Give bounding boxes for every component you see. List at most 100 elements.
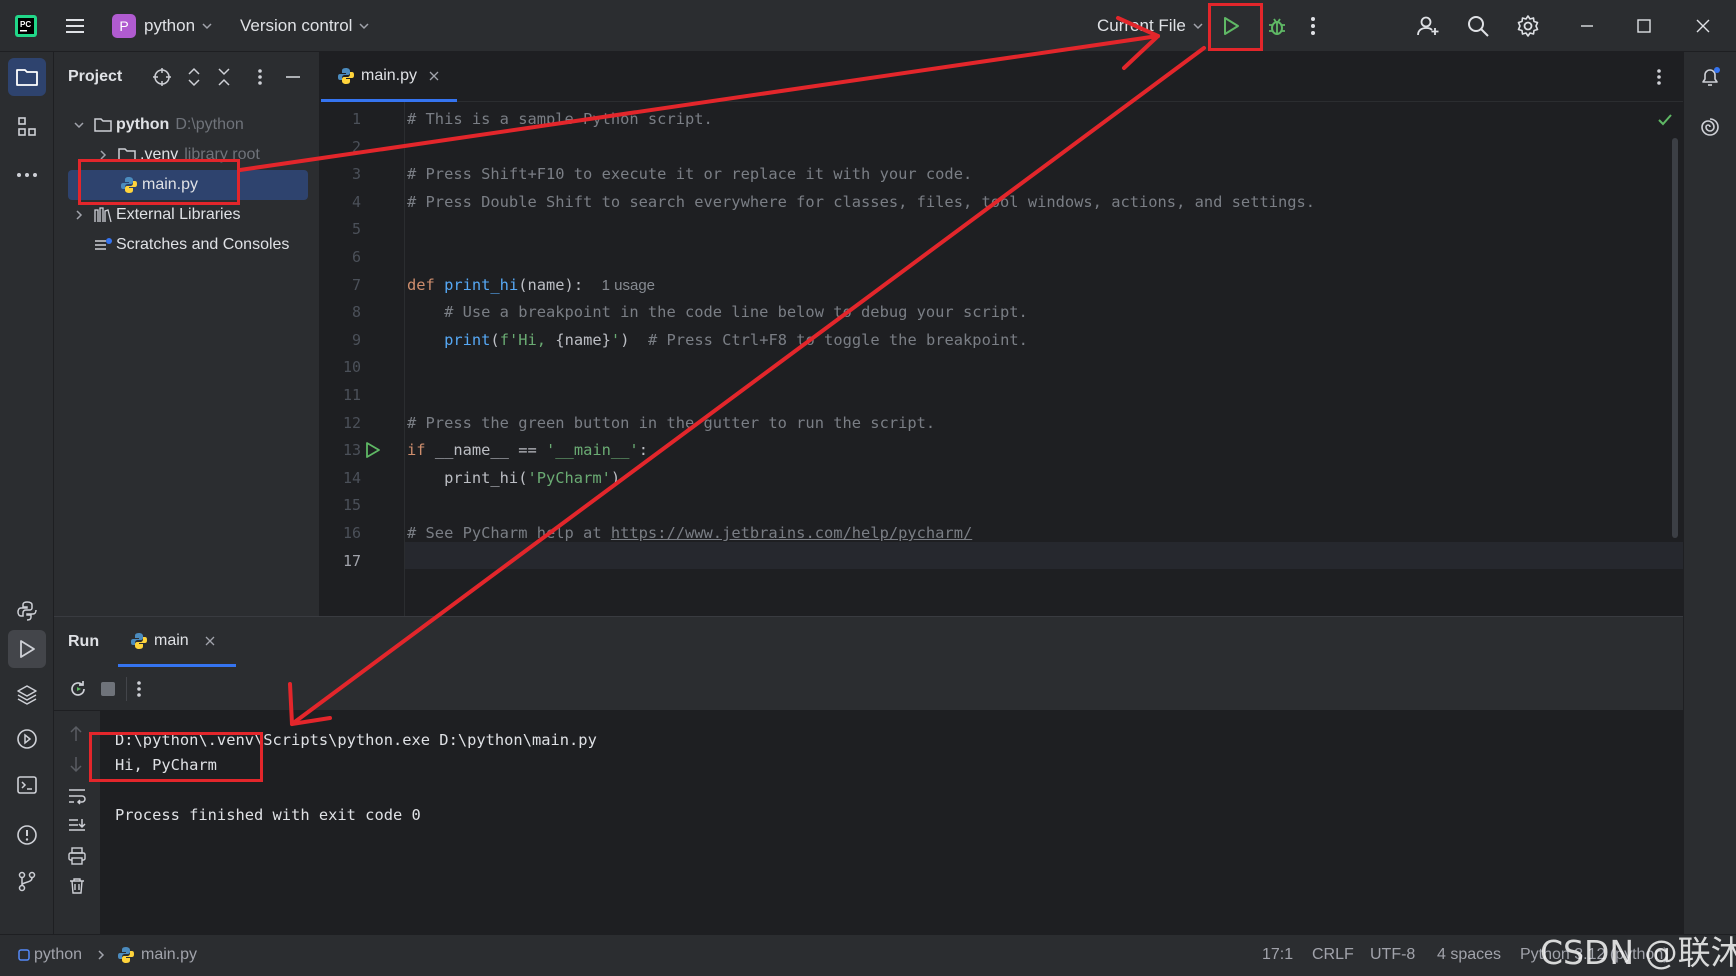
editor-tab-main-py[interactable]: main.py: [321, 52, 457, 102]
close-tab-icon[interactable]: [205, 636, 215, 646]
tree-external-libraries-label: External Libraries: [116, 206, 241, 223]
collapse-all-icon[interactable]: [216, 67, 232, 87]
code-text: print_hi(: [407, 468, 528, 487]
options-icon[interactable]: [257, 68, 263, 86]
code-text: ): [610, 468, 621, 487]
expand-all-icon[interactable]: [186, 67, 202, 87]
ai-assistant-spiral-icon: [1701, 118, 1719, 136]
tree-node-python-root[interactable]: python D:\python: [72, 110, 244, 140]
settings-gear-icon[interactable]: [1516, 0, 1540, 52]
code-comment: # Press Double Shift to search everywher…: [407, 192, 1316, 211]
editor: main.py 1 2 3 4 5 6 7 8 9 10 11 12 13 14…: [321, 52, 1683, 616]
code-comment: # See PyCharm help at: [407, 524, 611, 542]
terminal-tool-button[interactable]: [8, 766, 46, 804]
code-text: :: [638, 441, 648, 460]
line-number: 11: [342, 386, 361, 404]
run-toolbar: [54, 667, 1683, 711]
arrow-up-icon[interactable]: [68, 725, 84, 743]
breadcrumb-project[interactable]: python: [34, 946, 82, 964]
line-number: 3: [351, 165, 361, 184]
minimize-window-icon[interactable]: [1580, 0, 1594, 52]
code-text: (name):: [518, 275, 584, 294]
help-link[interactable]: https://www.jetbrains.com/help/pycharm/: [611, 524, 972, 542]
close-window-icon[interactable]: [1696, 0, 1710, 52]
chevron-right-icon[interactable]: [72, 208, 86, 222]
run-panel-title[interactable]: Run: [68, 633, 99, 651]
version-control-menu[interactable]: Version control: [240, 0, 370, 52]
watermark: CSDN @联沐: [1540, 933, 1736, 972]
gutter-run-icon[interactable]: [365, 441, 381, 459]
main-menu-icon[interactable]: [64, 0, 86, 52]
tree-node-scratches[interactable]: Scratches and Consoles: [94, 230, 289, 260]
indent-setting[interactable]: 4 spaces: [1437, 946, 1501, 964]
line-number: 16: [342, 524, 361, 542]
rerun-icon[interactable]: [68, 679, 88, 699]
editor-options-icon[interactable]: [1656, 68, 1662, 86]
python-packages-tool-button[interactable]: [8, 676, 46, 714]
git-tool-button[interactable]: [8, 862, 46, 900]
problems-tool-button[interactable]: [8, 816, 46, 854]
search-icon[interactable]: [1466, 0, 1490, 52]
code-line: # Press Double Shift to search everywher…: [407, 189, 1315, 217]
notifications-tool-button[interactable]: [1691, 58, 1729, 96]
project-switcher[interactable]: P python: [112, 0, 213, 52]
right-tool-strip: [1683, 52, 1736, 934]
chevron-down-icon[interactable]: [72, 118, 86, 132]
breadcrumb-file[interactable]: main.py: [141, 946, 197, 964]
run-config-label: Current File: [1097, 16, 1186, 35]
debug-button[interactable]: [1266, 0, 1288, 52]
more-tools-icon[interactable]: [8, 156, 46, 194]
scroll-to-end-icon[interactable]: [67, 817, 87, 835]
select-opened-file-icon[interactable]: [152, 67, 172, 87]
project-tool-button[interactable]: [8, 58, 46, 96]
arrow-down-icon[interactable]: [68, 755, 84, 773]
tree-root-name: python: [116, 116, 170, 133]
line-separator[interactable]: CRLF: [1312, 946, 1354, 964]
clear-all-trash-icon[interactable]: [68, 877, 86, 895]
more-actions-icon[interactable]: [1310, 0, 1316, 52]
editor-scrollbar[interactable]: [1672, 138, 1678, 538]
code-string: ': [610, 330, 621, 349]
code-line: def print_hi(name): 1 usage: [407, 272, 655, 300]
line-number: 1: [351, 110, 361, 128]
file-encoding[interactable]: UTF-8: [1370, 946, 1415, 964]
code-line: print_hi('PyCharm'): [407, 465, 620, 493]
line-number: 14: [342, 468, 361, 487]
caret-position[interactable]: 17:1: [1262, 946, 1293, 964]
run-tab-label: main: [154, 631, 189, 649]
more-actions-icon[interactable]: [136, 680, 142, 698]
line-number: 15: [342, 496, 361, 515]
title-bar: PC P python Version control Current File: [0, 0, 1736, 52]
code-comment: # Use a breakpoint in the code line belo…: [407, 303, 1028, 322]
run-tab-main[interactable]: main: [118, 617, 236, 667]
code-keyword: if: [407, 441, 435, 460]
left-tool-strip: [0, 52, 54, 934]
python-console-tool-button[interactable]: [8, 592, 46, 630]
usages-hint[interactable]: 1 usage: [602, 277, 655, 294]
run-config-selector[interactable]: Current File: [1097, 0, 1204, 52]
python-file-icon: [337, 67, 355, 85]
soft-wrap-icon[interactable]: [67, 787, 87, 805]
annotation-box-run-button: [1208, 3, 1263, 51]
project-name: python: [144, 16, 196, 35]
services-tool-button[interactable]: [8, 720, 46, 758]
chevron-right-icon: [96, 949, 106, 961]
folder-icon: [94, 117, 112, 133]
ai-assistant-tool-button[interactable]: [1691, 108, 1729, 146]
code-line: # Press Shift+F10 to execute it or repla…: [407, 161, 972, 189]
code-line: print(f'Hi, {name}') # Press Ctrl+F8 to …: [407, 327, 1028, 355]
structure-tool-button[interactable]: [8, 108, 46, 146]
line-number: 7: [351, 275, 361, 294]
stop-icon[interactable]: [100, 681, 116, 697]
close-tab-icon[interactable]: [429, 71, 439, 81]
line-number: 2: [351, 137, 361, 156]
maximize-window-icon[interactable]: [1637, 0, 1651, 52]
console-line-exit: Process finished with exit code 0: [115, 806, 421, 824]
no-problems-check-icon[interactable]: [1657, 112, 1673, 128]
print-icon[interactable]: [67, 847, 87, 865]
code-with-me-icon[interactable]: [1416, 0, 1440, 52]
library-icon: [94, 207, 112, 223]
hide-panel-icon[interactable]: [284, 68, 302, 86]
run-tool-button[interactable]: [8, 630, 46, 668]
project-panel-title[interactable]: Project: [68, 68, 122, 86]
